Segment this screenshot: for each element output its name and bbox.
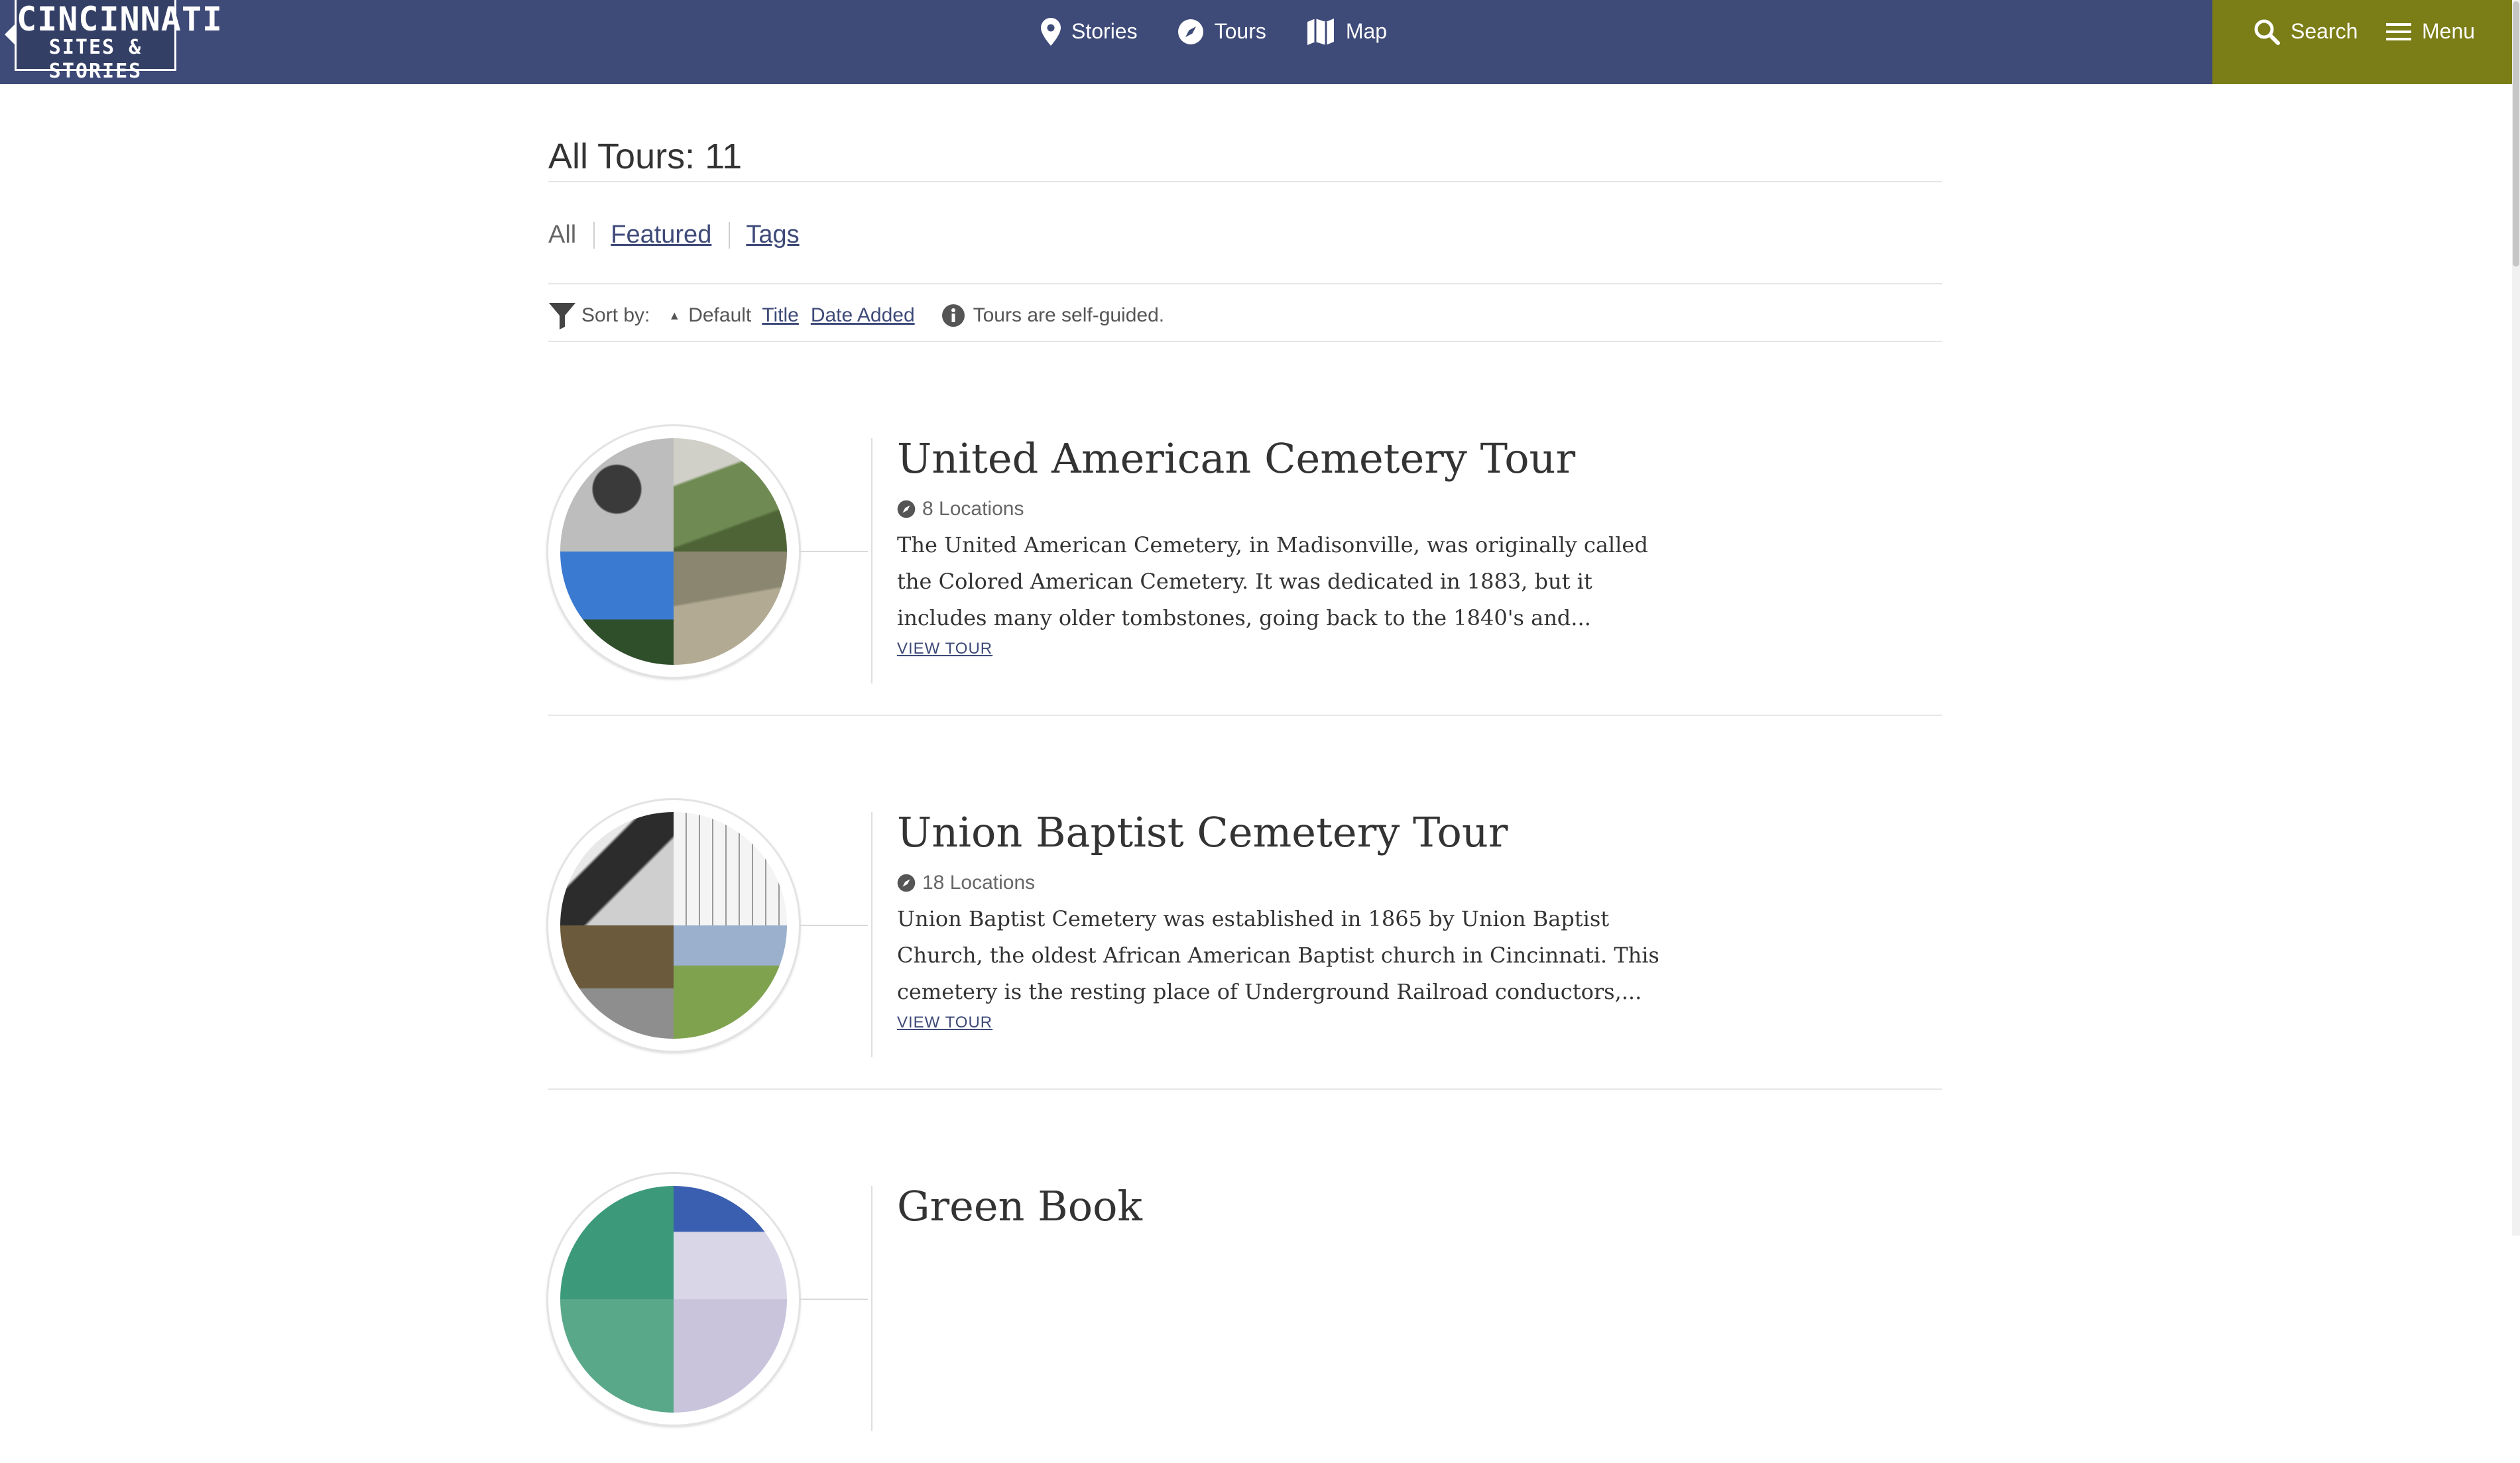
divider <box>548 283 1942 284</box>
tour-title[interactable]: Union Baptist Cemetery Tour <box>897 808 1508 856</box>
collage-photo <box>560 925 674 1039</box>
filter-featured[interactable]: Featured <box>611 221 711 249</box>
collage-photo <box>560 812 674 925</box>
tour-image[interactable] <box>548 800 799 1051</box>
search-icon <box>2254 19 2280 45</box>
nav-map[interactable]: Map <box>1306 18 1387 46</box>
sort-date-added-link[interactable]: Date Added <box>811 304 915 327</box>
tour-photo-collage <box>560 812 787 1039</box>
sort-title-link[interactable]: Title <box>762 304 799 327</box>
search-label: Search <box>2291 19 2358 43</box>
tour-item: Green Book <box>548 1089 1942 1463</box>
menu-label: Menu <box>2422 19 2476 43</box>
map-pin-icon <box>1041 17 1061 46</box>
nav-tours-label: Tours <box>1214 19 1266 43</box>
tour-title[interactable]: United American Cemetery Tour <box>897 434 1575 483</box>
tour-item: United American Cemetery Tour 8 Location… <box>548 341 1942 716</box>
sort-direction-icon: ▲ <box>668 308 681 322</box>
connector-line <box>799 925 868 926</box>
vertical-divider <box>871 438 872 683</box>
compass-icon <box>897 874 916 892</box>
tour-photo-collage <box>560 438 787 665</box>
collage-photo <box>674 1186 787 1299</box>
filter-separator <box>729 221 731 249</box>
logo-title: CINCINNATI <box>17 0 223 38</box>
self-guided-note: Tours are self-guided. <box>941 304 1165 327</box>
self-guided-text: Tours are self-guided. <box>973 304 1165 326</box>
sort-default: Default <box>688 304 752 326</box>
filter-funnel-icon <box>549 303 575 329</box>
collage-photo <box>674 925 787 1039</box>
view-tour-link[interactable]: VIEW TOUR <box>897 640 992 658</box>
logo-subtitle: SITES & STORIES <box>48 36 143 83</box>
header-actions: Search Menu <box>2212 0 2512 84</box>
collage-photo <box>560 552 674 665</box>
page-title: All Tours: 11 <box>548 137 743 176</box>
filter-separator <box>593 221 595 249</box>
tour-location-count: 18 Locations <box>897 872 1035 894</box>
collage-photo <box>560 1186 674 1299</box>
info-icon <box>941 304 965 327</box>
tour-filters: All Featured Tags <box>548 221 800 249</box>
collage-photo <box>674 812 787 925</box>
sort-label: Sort by: <box>581 304 650 326</box>
compass-icon <box>897 500 916 518</box>
nav-map-label: Map <box>1345 19 1388 43</box>
hamburger-icon <box>2386 23 2411 40</box>
location-count-text: 18 Locations <box>922 872 1036 894</box>
tour-image[interactable] <box>548 1174 799 1425</box>
tour-title[interactable]: Green Book <box>897 1182 1142 1230</box>
site-header: CINCINNATI SITES & STORIES Stories Tours… <box>0 0 2520 84</box>
tour-description: Union Baptist Cemetery was established i… <box>897 906 1659 1004</box>
tour-item: Union Baptist Cemetery Tour 18 Locations… <box>548 715 1942 1090</box>
scrollbar-thumb[interactable] <box>2513 1 2519 266</box>
collage-photo <box>674 438 787 552</box>
search-button[interactable]: Search <box>2253 0 2358 63</box>
menu-button[interactable]: Menu <box>2386 0 2475 63</box>
compass-icon <box>1177 19 1203 44</box>
filter-tags[interactable]: Tags <box>746 221 799 249</box>
scrollbar[interactable] <box>2512 0 2520 1236</box>
main-nav: Stories Tours Map <box>1041 0 1387 63</box>
tour-photo-collage <box>560 1186 787 1413</box>
nav-stories[interactable]: Stories <box>1041 17 1138 46</box>
connector-line <box>799 551 868 552</box>
collage-photo <box>560 438 674 552</box>
vertical-divider <box>871 1186 872 1431</box>
collage-photo <box>674 1299 787 1413</box>
location-count-text: 8 Locations <box>922 498 1024 520</box>
vertical-divider <box>871 812 872 1057</box>
sort-bar: Sort by: ▲ Default Title Date Added Tour… <box>548 299 1164 332</box>
folded-map-icon <box>1307 18 1334 45</box>
tour-location-count: 8 Locations <box>897 498 1024 520</box>
nav-stories-label: Stories <box>1071 19 1138 43</box>
collage-photo <box>560 1299 674 1413</box>
nav-tours[interactable]: Tours <box>1177 19 1266 45</box>
collage-photo <box>674 552 787 665</box>
filter-all[interactable]: All <box>548 221 576 249</box>
divider <box>548 181 1942 182</box>
connector-line <box>799 1299 868 1300</box>
tour-image[interactable] <box>548 426 799 677</box>
tour-description: The United American Cemetery, in Madison… <box>897 532 1648 630</box>
site-logo[interactable]: CINCINNATI SITES & STORIES <box>5 0 223 83</box>
view-tour-link[interactable]: VIEW TOUR <box>897 1014 992 1032</box>
